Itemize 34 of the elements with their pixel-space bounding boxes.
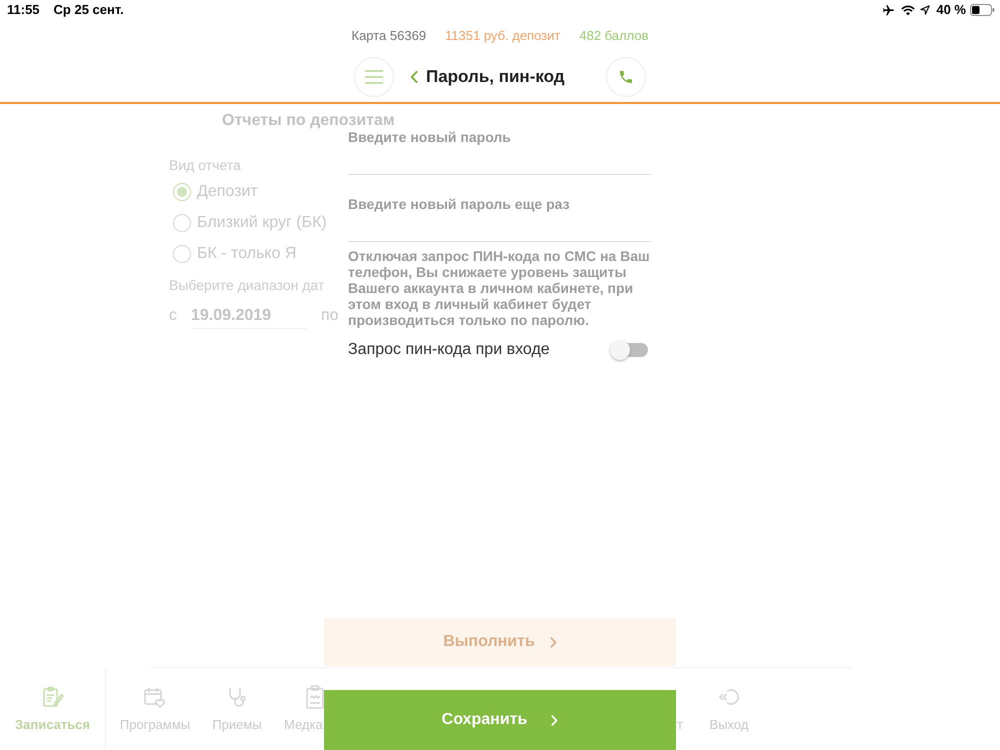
chevron-right-icon [551, 714, 558, 726]
card-number: Карта 56369 [352, 27, 426, 46]
toggle-switch[interactable] [610, 340, 648, 360]
page-title: Пароль, пин-код [426, 66, 565, 88]
run-button[interactable]: Выполнить [324, 618, 676, 666]
radio-button[interactable] [173, 214, 191, 232]
location-arrow-icon [920, 5, 930, 15]
status-date: Ср 25 сент. [54, 1, 124, 20]
section-title: Отчеты по депозитам [222, 112, 395, 129]
menu-button[interactable] [354, 57, 394, 97]
battery-icon [970, 4, 995, 16]
phone-icon [618, 69, 634, 85]
notice-text: Отключая запрос ПИН-кода по СМС на Ваш телефон, Вы снижаете уровень защиты Вашего аккаунта в личном кабинете, при этом вход в личный кабинет будет производиться только по паролю. [348, 248, 651, 328]
field-label: Введите новый пароль [348, 129, 511, 145]
chevron-right-icon [550, 636, 557, 648]
call-button[interactable] [606, 57, 646, 97]
menu-icon [365, 70, 383, 84]
wifi-icon [901, 4, 916, 16]
toggle-label: Запрос пин-кода при входе [348, 340, 550, 360]
nav-tab[interactable]: Записаться [0, 668, 106, 750]
airplane-icon [882, 4, 896, 16]
battery-percent: 40 % [936, 1, 966, 20]
deposit-balance: 11351 руб. депозит [445, 27, 560, 46]
radio-button[interactable] [173, 244, 191, 262]
save-button[interactable]: Сохранить [324, 690, 676, 750]
back-chevron-icon[interactable] [410, 71, 418, 83]
clipboard-pencil-icon [40, 685, 64, 709]
radio-button[interactable] [173, 182, 191, 200]
points-balance: 482 баллов [579, 27, 648, 46]
clipboard-icon [306, 685, 324, 709]
calendar-heart-icon [143, 685, 167, 709]
status-time: 11:55 [7, 1, 40, 20]
date-field[interactable]: 19.09.2019 [191, 304, 306, 328]
field-label: Введите новый пароль еще раз [348, 196, 570, 212]
